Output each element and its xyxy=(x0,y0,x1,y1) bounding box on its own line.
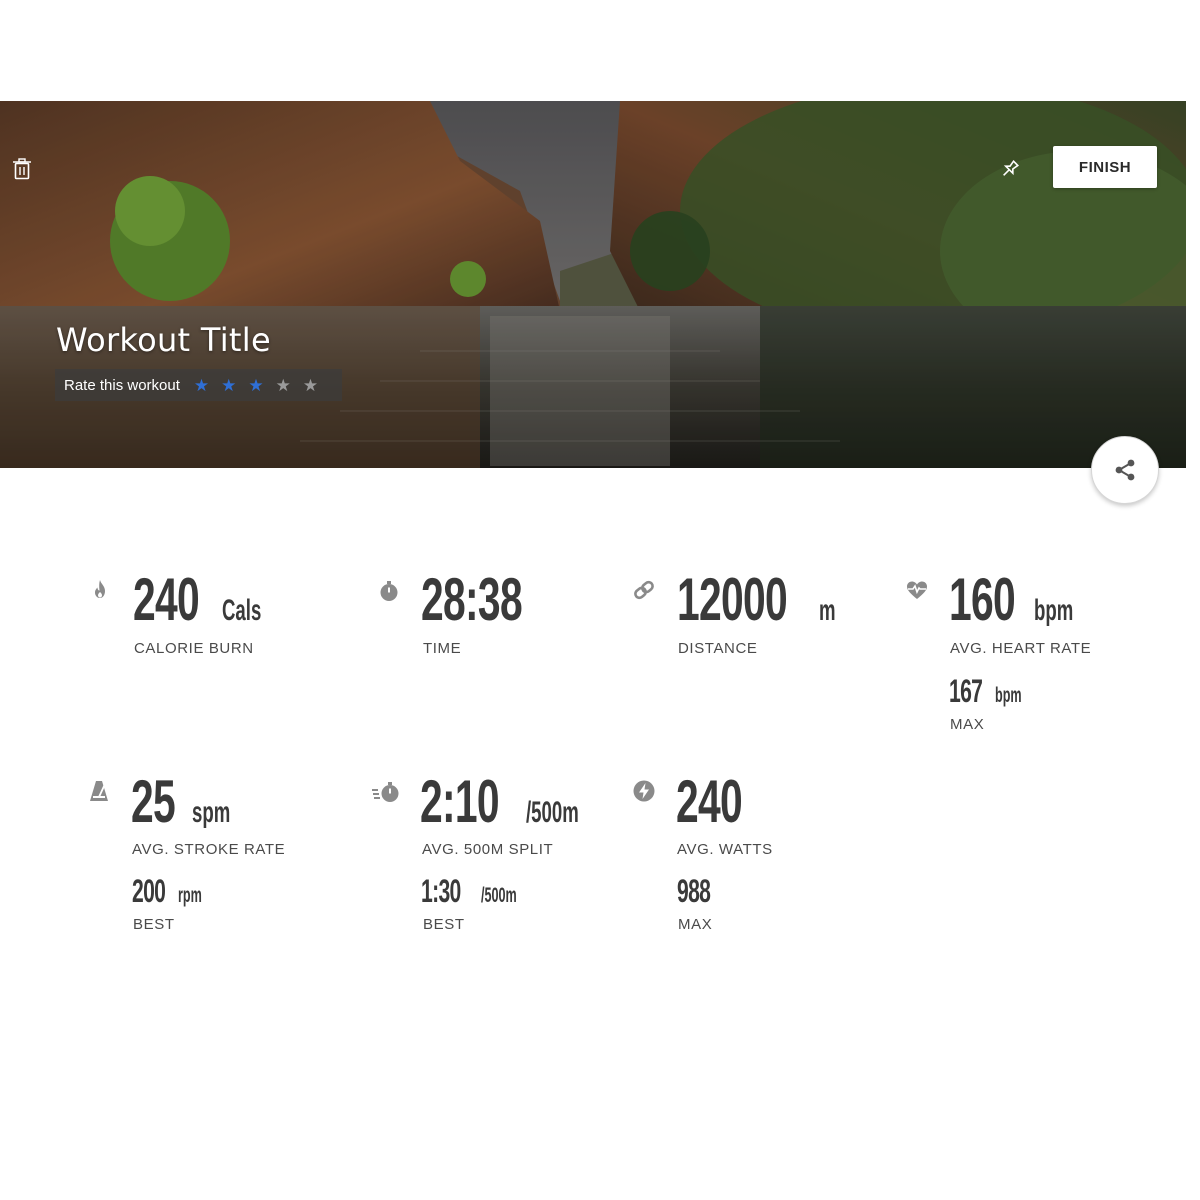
split-best-value: 1:30 xyxy=(421,873,461,909)
heart-rate-max-value: 167 xyxy=(949,673,983,709)
split-best-label: BEST xyxy=(423,916,465,933)
watts-max-value: 988 xyxy=(677,873,711,909)
delete-workout-button[interactable] xyxy=(10,157,34,181)
heart-rate-unit: bpm xyxy=(1034,594,1074,627)
heart-rate-value: 160 xyxy=(949,566,1016,633)
time-value: 28:38 xyxy=(421,566,523,633)
split-best-unit: /500m xyxy=(481,884,517,907)
rating-bar: Rate this workout ★ ★ ★ ★ ★ xyxy=(55,369,343,401)
metronome-icon xyxy=(90,781,108,801)
heart-rate-icon xyxy=(907,581,927,599)
share-button[interactable] xyxy=(1091,436,1159,504)
rate-label: Rate this workout xyxy=(64,376,180,394)
heart-rate-max-unit: bpm xyxy=(995,684,1022,707)
calories-value: 240 xyxy=(133,566,200,633)
workout-title[interactable]: Workout Title xyxy=(56,321,271,359)
link-icon xyxy=(634,580,654,600)
pin-workout-button[interactable] xyxy=(997,156,1023,182)
heart-rate-max-label: MAX xyxy=(950,716,985,733)
pin-icon xyxy=(1003,159,1020,176)
calories-unit: Cals xyxy=(222,594,262,627)
fast-stopwatch-icon xyxy=(372,782,399,802)
stroke-rate-best-label: BEST xyxy=(133,916,175,933)
share-icon xyxy=(1115,459,1135,481)
stroke-rate-best-value: 200 xyxy=(132,873,166,909)
watts-label: AVG. WATTS xyxy=(677,841,773,858)
distance-label: DISTANCE xyxy=(678,640,758,657)
time-label: TIME xyxy=(423,640,462,657)
stroke-rate-unit: spm xyxy=(191,796,230,829)
bolt-icon xyxy=(633,780,655,802)
distance-unit: m xyxy=(818,594,836,627)
star-1[interactable]: ★ xyxy=(194,377,209,394)
trash-icon xyxy=(13,158,31,180)
split-unit: /500m xyxy=(526,796,579,829)
star-4[interactable]: ★ xyxy=(276,377,291,394)
watts-value: 240 xyxy=(676,768,743,835)
finish-button[interactable]: FINISH xyxy=(1053,146,1157,188)
heart-rate-label: AVG. HEART RATE xyxy=(950,640,1092,657)
star-2[interactable]: ★ xyxy=(221,377,236,394)
stroke-rate-label: AVG. STROKE RATE xyxy=(132,841,286,858)
split-label: AVG. 500M SPLIT xyxy=(422,841,554,858)
split-value: 2:10 xyxy=(420,768,500,835)
star-5[interactable]: ★ xyxy=(303,377,318,394)
stopwatch-icon xyxy=(380,581,398,601)
watts-max-label: MAX xyxy=(678,916,713,933)
distance-value: 12000 xyxy=(677,566,788,633)
flame-icon xyxy=(95,580,105,598)
star-3[interactable]: ★ xyxy=(248,377,263,394)
calories-label: CALORIE BURN xyxy=(134,640,254,657)
stroke-rate-value: 25 xyxy=(131,768,176,835)
stroke-rate-best-unit: rpm xyxy=(178,884,203,907)
hero-banner: FINISH Workout Title Rate this workout ★… xyxy=(0,101,1186,468)
